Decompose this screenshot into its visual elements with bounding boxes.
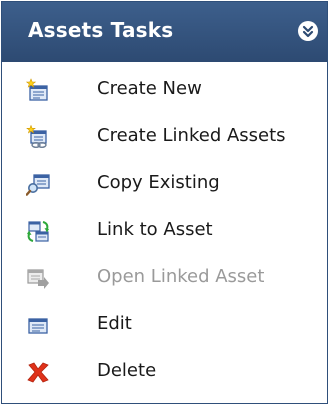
task-label: Open Linked Asset xyxy=(97,266,265,287)
delete-icon xyxy=(26,360,50,384)
copy-existing-icon xyxy=(25,172,50,196)
task-label: Create New xyxy=(97,78,202,99)
task-link-to-asset[interactable]: Link to Asset xyxy=(2,210,327,250)
edit-icon xyxy=(26,313,50,337)
open-linked-asset-icon xyxy=(26,266,50,290)
link-to-asset-icon xyxy=(26,219,50,243)
task-create-new[interactable]: Create New xyxy=(2,69,327,109)
task-create-linked-assets[interactable]: Create Linked Assets xyxy=(2,116,327,156)
task-delete[interactable]: Delete xyxy=(2,351,327,391)
task-open-linked-asset: Open Linked Asset xyxy=(2,257,327,297)
task-label: Create Linked Assets xyxy=(97,125,286,146)
create-new-icon xyxy=(25,78,50,102)
task-label: Delete xyxy=(97,360,157,381)
task-label: Edit xyxy=(97,313,132,334)
panel-header[interactable]: Assets Tasks xyxy=(2,2,327,62)
double-chevron-up-icon[interactable] xyxy=(298,21,318,41)
task-label: Copy Existing xyxy=(97,172,220,193)
task-label: Link to Asset xyxy=(97,219,213,240)
task-edit[interactable]: Edit xyxy=(2,304,327,344)
create-linked-assets-icon xyxy=(26,124,50,149)
panel-title: Assets Tasks xyxy=(28,18,174,42)
assets-tasks-panel: Assets Tasks Create New Create Linked As… xyxy=(1,1,328,404)
task-copy-existing[interactable]: Copy Existing xyxy=(2,163,327,203)
